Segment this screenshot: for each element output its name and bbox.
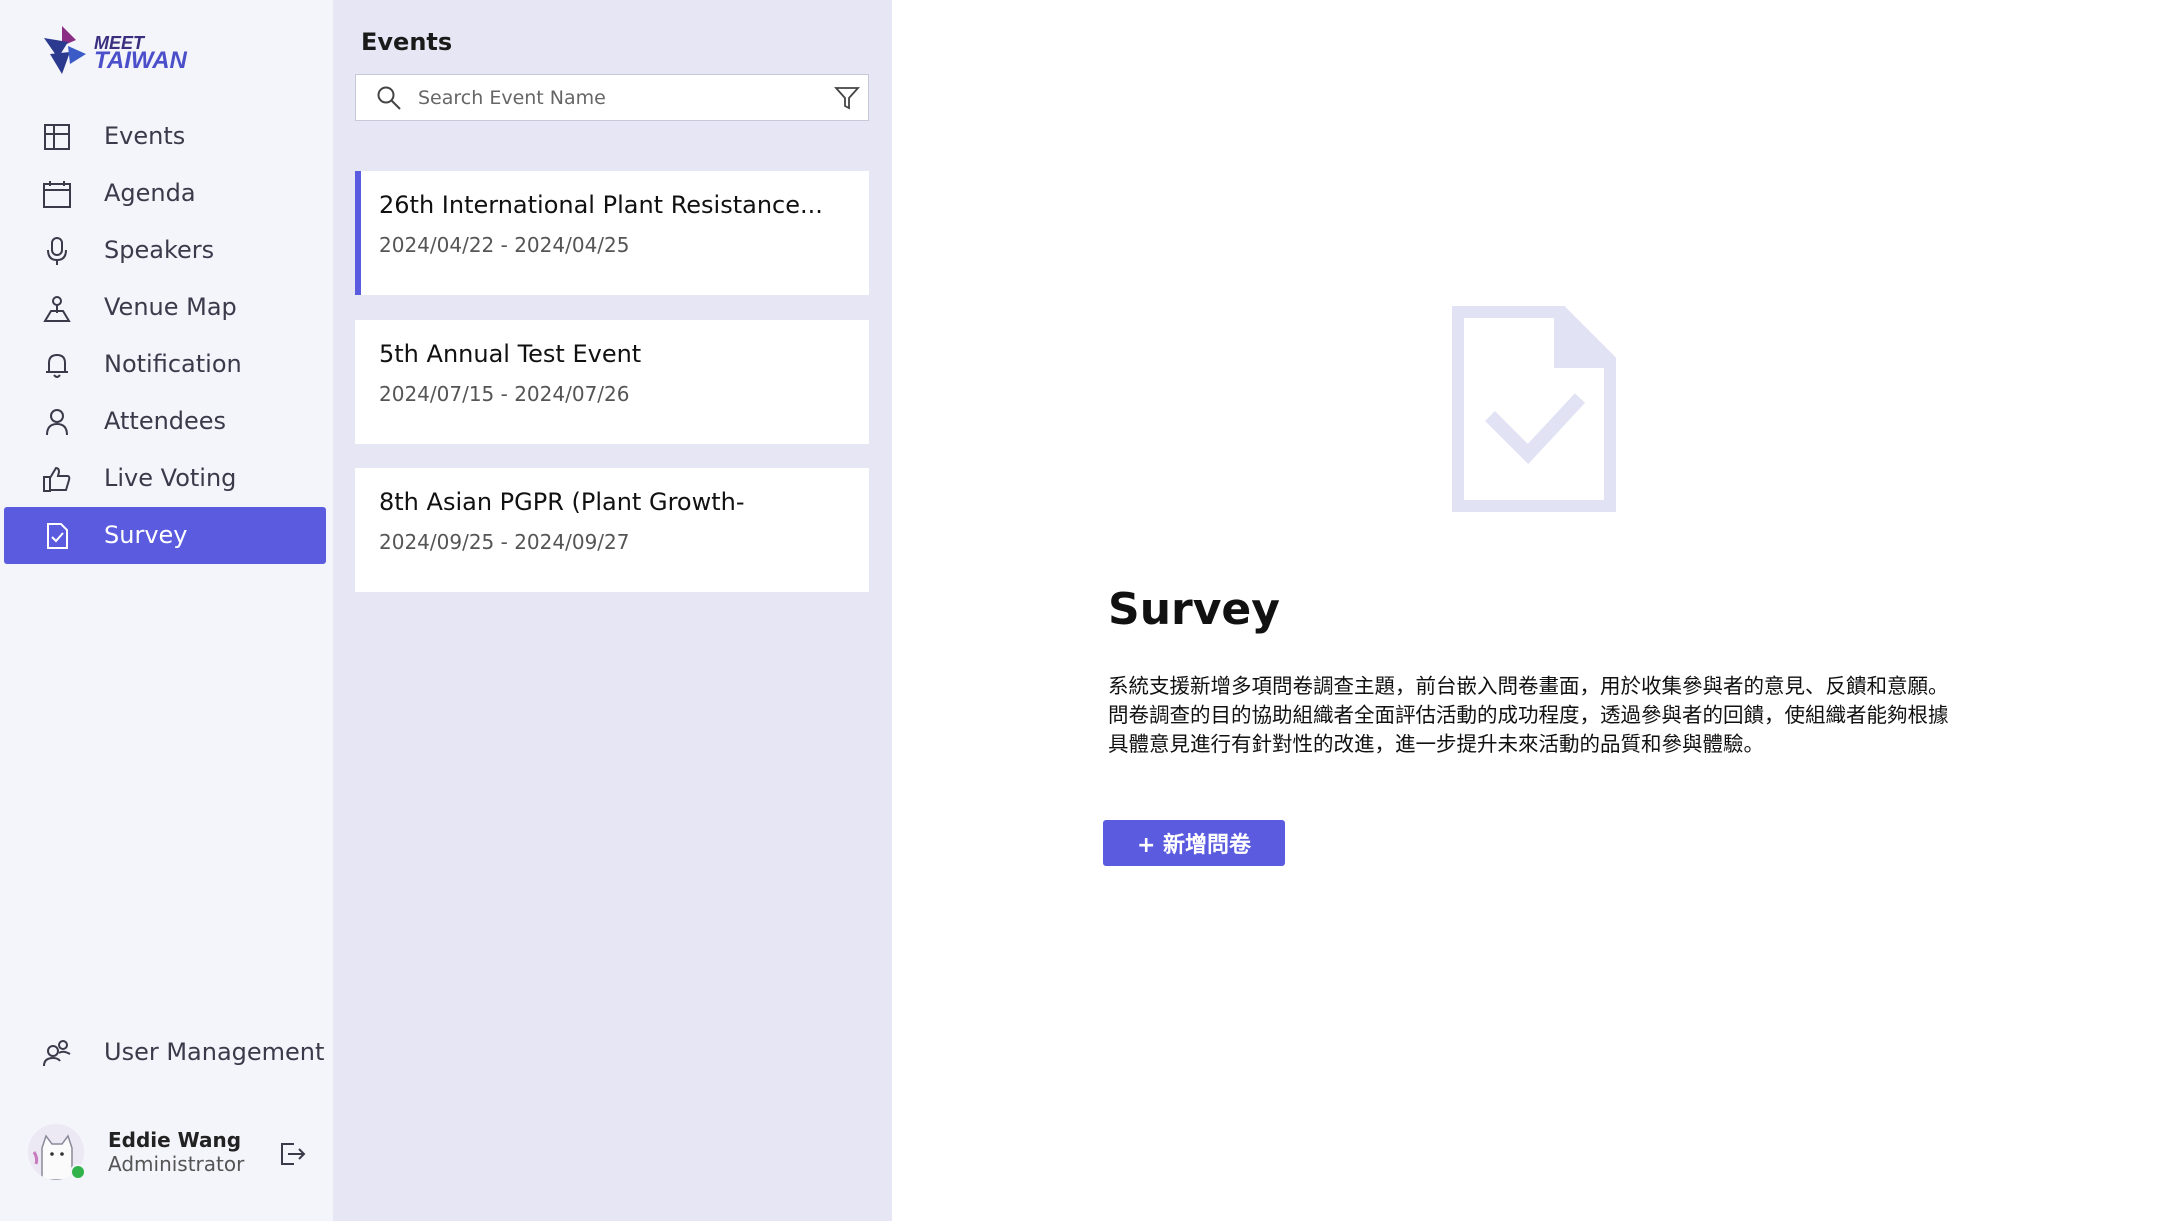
event-search-box: [355, 74, 869, 121]
app-root: MEET TAIWAN Events Agenda Speakers Venue…: [0, 0, 2180, 1221]
events-panel-title: Events: [361, 28, 453, 56]
map-pin-icon: [43, 296, 71, 322]
sidebar-item-label: Notification: [104, 350, 242, 378]
survey-main-panel: Survey 系統支援新增多項問卷調查主題，前台嵌入問卷畫面，用於收集參與者的意…: [892, 0, 2180, 1221]
events-panel: Events 26th International Plant Resistan…: [333, 0, 892, 1221]
layout-grid-icon: [44, 124, 70, 150]
survey-description: 系統支援新增多項問卷調查主題，前台嵌入問卷畫面，用於收集參與者的意見、反饋和意願…: [1108, 674, 1949, 756]
sidebar-item-label: Events: [104, 122, 186, 150]
event-name: 8th Asian PGPR (Plant Growth-: [379, 488, 745, 516]
logo-text: MEET TAIWAN: [94, 34, 187, 74]
event-dates: 2024/04/22 - 2024/04/25: [379, 233, 630, 257]
sidebar-item-user-management[interactable]: User Management: [4, 1024, 326, 1081]
page-title: Survey: [1108, 584, 1280, 635]
sidebar-item-events[interactable]: Events: [4, 108, 326, 165]
logo-mark-icon: [44, 26, 86, 74]
logout-icon[interactable]: [278, 1140, 306, 1168]
online-status-indicator: [70, 1164, 86, 1180]
sidebar-item-live-voting[interactable]: Live Voting: [4, 450, 326, 507]
survey-placeholder-icon: [1452, 306, 1616, 512]
bell-icon: [46, 353, 68, 378]
sidebar-item-agenda[interactable]: Agenda: [4, 165, 326, 222]
event-card[interactable]: 5th Annual Test Event 2024/07/15 - 2024/…: [355, 320, 869, 444]
user-name: Eddie Wang: [108, 1128, 242, 1152]
event-name: 26th International Plant Resistance...: [379, 191, 823, 219]
sidebar-item-notification[interactable]: Notification: [4, 336, 326, 393]
sidebar-item-label: Venue Map: [104, 293, 237, 321]
sidebar-item-label: Survey: [104, 521, 188, 549]
user-profile: Eddie Wang Administrator: [28, 1120, 318, 1184]
sidebar-item-speakers[interactable]: Speakers: [4, 222, 326, 279]
person-icon: [46, 409, 68, 436]
microphone-icon: [47, 237, 67, 265]
sidebar-item-survey[interactable]: Survey: [4, 507, 326, 564]
sidebar-item-label: User Management: [104, 1038, 325, 1066]
sidebar-item-label: Agenda: [104, 179, 196, 207]
add-survey-button[interactable]: + 新增問卷: [1103, 820, 1285, 866]
sidebar-item-attendees[interactable]: Attendees: [4, 393, 326, 450]
event-dates: 2024/09/25 - 2024/09/27: [379, 530, 630, 554]
meet-taiwan-logo[interactable]: MEET TAIWAN: [40, 24, 190, 80]
document-check-icon: [47, 523, 68, 549]
event-dates: 2024/07/15 - 2024/07/26: [379, 382, 630, 406]
event-card[interactable]: 26th International Plant Resistance... 2…: [355, 171, 869, 295]
calendar-icon: [43, 181, 71, 208]
search-icon: [377, 86, 401, 110]
event-name: 5th Annual Test Event: [379, 340, 642, 368]
users-icon: [43, 1040, 71, 1067]
sidebar: MEET TAIWAN Events Agenda Speakers Venue…: [0, 0, 333, 1221]
user-role: Administrator: [108, 1152, 245, 1176]
sidebar-item-label: Live Voting: [104, 464, 237, 492]
sidebar-item-venue-map[interactable]: Venue Map: [4, 279, 326, 336]
filter-icon[interactable]: [834, 85, 860, 111]
search-input[interactable]: [418, 83, 798, 113]
event-card[interactable]: 8th Asian PGPR (Plant Growth- 2024/09/25…: [355, 468, 869, 592]
thumbs-up-icon: [43, 466, 71, 492]
sidebar-nav: Events Agenda Speakers Venue Map Notific…: [4, 108, 326, 564]
sidebar-item-label: Attendees: [104, 407, 227, 435]
logo-text-line2: TAIWAN: [94, 47, 187, 74]
sidebar-item-label: Speakers: [104, 236, 215, 264]
